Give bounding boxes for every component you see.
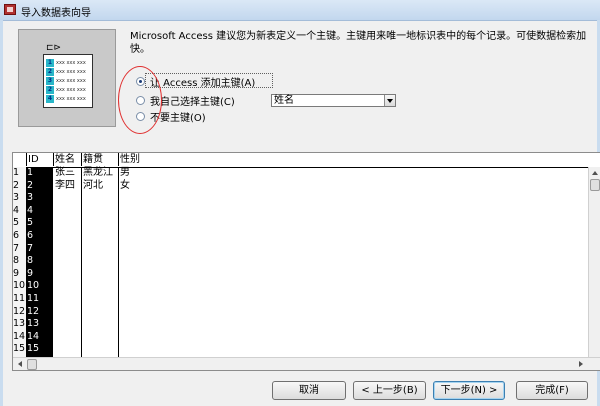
illustration-row: 2 xxx xxx xxx	[46, 86, 90, 94]
illustration-cells: xxx xxx xxx	[56, 78, 86, 84]
illustration-cells: xxx xxx xxx	[56, 87, 86, 93]
illustration-row: 1 xxx xxx xxx	[46, 59, 90, 67]
illustration-row: 3 xxx xxx xxx	[46, 77, 90, 85]
id-cell: 3	[27, 192, 34, 204]
scroll-right-arrow-icon[interactable]	[576, 359, 586, 369]
column-divider	[118, 167, 119, 357]
id-cell: 11	[27, 293, 40, 304]
combo-value: 姓名	[274, 95, 294, 106]
id-cell: 6	[27, 230, 34, 241]
grid-header: ID 姓名 籍贯 性别	[13, 153, 588, 168]
row-number[interactable]: 13	[13, 318, 25, 330]
cell-name: 李四	[55, 179, 75, 191]
corner-cell	[13, 153, 27, 166]
window-title: 导入数据表向导	[21, 8, 91, 19]
row-number[interactable]: 8	[13, 255, 25, 267]
id-cell: 15	[27, 343, 40, 355]
scroll-up-arrow-icon[interactable]	[589, 167, 600, 178]
row-number[interactable]: 3	[13, 192, 25, 204]
column-header-gender[interactable]: 性别	[119, 153, 588, 166]
row-number[interactable]: 15	[13, 343, 25, 355]
illustration-cells: xxx xxx xxx	[56, 60, 86, 66]
option-label[interactable]: 我自己选择主键(C)	[150, 93, 235, 108]
id-cell: 14	[27, 330, 40, 342]
id-cell: 5	[27, 217, 34, 229]
key-number: 2	[46, 86, 54, 94]
horizontal-scrollbar[interactable]	[13, 357, 600, 370]
cell-gender: 女	[120, 179, 130, 191]
access-app-icon	[4, 4, 16, 15]
column-header-origin[interactable]: 籍贯	[82, 153, 119, 166]
title-bar: 导入数据表向导	[0, 0, 600, 21]
primary-key-illustration: ⊏⊳ 1 xxx xxx xxx 2 xxx xxx xxx 3 xxx xxx…	[18, 29, 116, 127]
id-cell: 8	[27, 255, 34, 267]
id-column-selected[interactable]: 1 2 3 4 5 6 7 8 9 10 11 12 13 14 15	[26, 167, 53, 357]
row-number[interactable]: 4	[13, 205, 25, 217]
id-cell: 10	[27, 280, 40, 292]
finish-button[interactable]: 完成(F)	[516, 381, 588, 400]
scroll-left-arrow-icon[interactable]	[15, 359, 25, 369]
cell-gender: 男	[120, 167, 130, 178]
table-tab-icon: ⊏⊳	[46, 43, 62, 53]
key-number: 1	[46, 59, 54, 67]
id-cell: 1	[27, 167, 34, 178]
illustration-cells: xxx xxx xxx	[56, 96, 86, 102]
column-header-id[interactable]: ID	[27, 153, 54, 166]
id-cell: 9	[27, 267, 34, 279]
id-cell: 4	[27, 204, 34, 216]
grid-rows: 1 2 3 4 5 6 7 8 9 10 11 12 13 14 15 1 2 …	[13, 167, 588, 357]
window-border-left	[0, 20, 3, 406]
row-number[interactable]: 12	[13, 306, 25, 318]
illustration-cells: xxx xxx xxx	[56, 69, 86, 75]
vertical-scrollbar[interactable]	[588, 167, 600, 357]
scroll-thumb[interactable]	[590, 179, 600, 191]
column-header-name[interactable]: 姓名	[54, 153, 82, 166]
row-number[interactable]: 5	[13, 217, 25, 229]
row-number[interactable]: 6	[13, 230, 25, 242]
illustration-row: 4 xxx xxx xxx	[46, 95, 90, 103]
key-number: 2	[46, 68, 54, 76]
red-circle-annotation	[118, 66, 162, 134]
id-cell: 2	[27, 179, 34, 191]
primary-key-field-select[interactable]: 姓名	[271, 94, 396, 107]
cell-name: 张三	[55, 167, 75, 178]
cell-origin: 河北	[83, 179, 103, 191]
row-number[interactable]: 10	[13, 280, 25, 292]
option-label[interactable]: 让 Access 添加主键(A)	[150, 74, 255, 89]
cell-origin: 黑龙江	[83, 167, 113, 178]
key-number: 3	[46, 77, 54, 85]
row-number[interactable]: 9	[13, 268, 25, 280]
next-button[interactable]: 下一步(N) >	[433, 381, 505, 400]
scroll-thumb[interactable]	[27, 359, 37, 370]
id-cell: 13	[27, 318, 40, 330]
key-number: 4	[46, 95, 54, 103]
row-number[interactable]: 11	[13, 293, 25, 305]
column-divider	[81, 167, 82, 357]
back-button[interactable]: < 上一步(B)	[353, 381, 426, 400]
cancel-button[interactable]: 取消	[272, 381, 346, 400]
row-number[interactable]: 1	[13, 167, 25, 179]
row-number[interactable]: 7	[13, 243, 25, 255]
row-number-column: 1 2 3 4 5 6 7 8 9 10 11 12 13 14 15	[13, 167, 27, 357]
primary-key-description: Microsoft Access 建议您为新表定义一个主键。主键用来唯一地标识表…	[130, 31, 587, 55]
chevron-down-icon[interactable]	[384, 95, 395, 106]
table-icon: 1 xxx xxx xxx 2 xxx xxx xxx 3 xxx xxx xx…	[43, 54, 93, 108]
id-cell: 12	[27, 305, 40, 317]
row-number[interactable]: 2	[13, 180, 25, 192]
illustration-row: 2 xxx xxx xxx	[46, 68, 90, 76]
row-number[interactable]: 14	[13, 331, 25, 343]
data-preview-grid[interactable]: ID 姓名 籍贯 性别 1 2 3 4 5 6 7 8 9 10 11 12 1…	[12, 152, 600, 371]
id-cell: 7	[27, 242, 34, 254]
